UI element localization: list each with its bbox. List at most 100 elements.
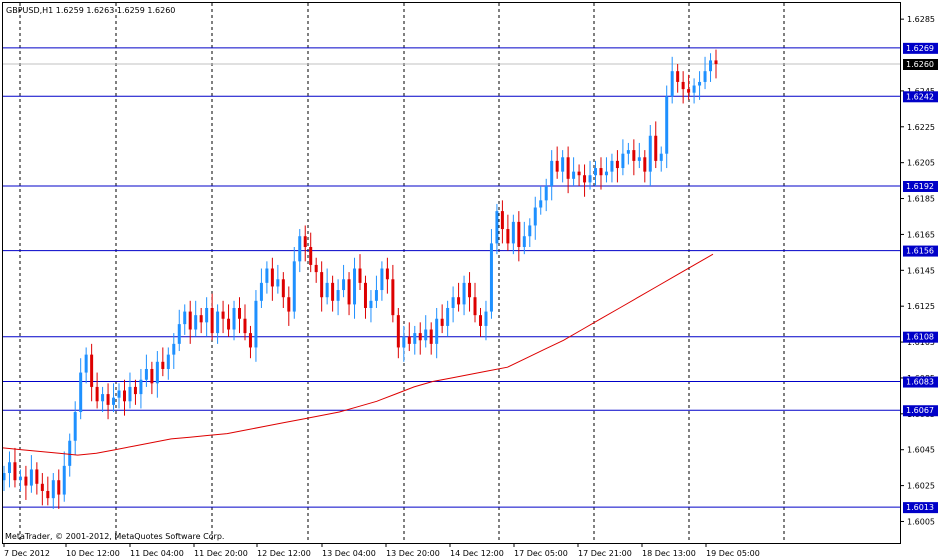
bear-candle	[555, 160, 559, 172]
bear-candle	[95, 386, 99, 402]
bull-candle	[369, 300, 373, 308]
level-label: 1.6269	[906, 44, 934, 53]
bull-candle	[18, 476, 22, 481]
bull-candle	[166, 354, 170, 369]
level-label: 1.6083	[906, 378, 934, 387]
price-tick-label: 1.6285	[907, 15, 935, 24]
bull-candle	[259, 282, 263, 301]
bull-candle	[484, 311, 488, 326]
bear-candle	[473, 297, 477, 316]
bear-candle	[314, 264, 318, 273]
time-tick-label: 7 Dec 2012	[4, 549, 50, 558]
bear-candle	[478, 315, 482, 326]
price-tick-label: 1.6205	[907, 159, 935, 168]
level-label: 1.6242	[906, 92, 934, 101]
bull-candle	[216, 311, 220, 334]
bull-candle	[374, 290, 378, 301]
bull-candle	[29, 469, 33, 486]
price-chart[interactable]: 1.62851.62451.62251.62051.61851.61651.61…	[0, 0, 940, 560]
bear-candle	[221, 311, 225, 319]
bear-candle	[347, 279, 351, 305]
bull-candle	[659, 153, 663, 161]
bull-candle	[462, 282, 466, 305]
bear-candle	[24, 476, 28, 486]
time-tick-label: 11 Dec 20:00	[194, 549, 248, 558]
bull-candle	[610, 160, 614, 172]
time-tick-label: 19 Dec 05:00	[706, 549, 760, 558]
bull-candle	[194, 315, 198, 330]
bull-candle	[539, 200, 543, 208]
bear-candle	[615, 160, 619, 169]
bull-candle	[637, 157, 641, 161]
bull-candle	[522, 236, 526, 247]
level-label: 1.6192	[906, 182, 934, 191]
bull-candle	[424, 329, 428, 341]
bear-candle	[150, 368, 154, 384]
bear-candle	[199, 315, 203, 323]
bull-candle	[648, 135, 652, 172]
bull-candle	[604, 171, 608, 176]
bear-candle	[714, 60, 718, 64]
time-tick-label: 13 Dec 04:00	[322, 549, 376, 558]
bull-candle	[709, 60, 713, 72]
bull-candle	[155, 361, 159, 384]
bear-candle	[227, 318, 231, 330]
bull-candle	[402, 336, 406, 348]
bear-candle	[676, 71, 680, 82]
bull-candle	[101, 394, 105, 402]
bull-candle	[594, 168, 598, 176]
time-tick-label: 13 Dec 20:00	[386, 549, 440, 558]
bear-candle	[396, 315, 400, 348]
bear-candle	[35, 469, 39, 484]
bear-candle	[385, 268, 389, 280]
time-tick-label: 18 Dec 13:00	[642, 549, 696, 558]
bear-candle	[599, 168, 603, 176]
bear-candle	[320, 272, 324, 298]
bull-candle	[298, 236, 302, 262]
copyright-text: MetaTrader, © 2001-2012, MetaQuotes Soft…	[5, 532, 224, 541]
bull-candle	[495, 211, 499, 244]
bull-candle	[62, 465, 66, 495]
bull-candle	[68, 440, 72, 466]
bull-candle	[205, 307, 209, 323]
bull-candle	[670, 71, 674, 97]
bear-candle	[391, 279, 395, 316]
bull-candle	[7, 462, 11, 474]
bear-candle	[468, 282, 472, 298]
bear-candle	[57, 480, 61, 495]
bull-candle	[232, 307, 236, 330]
bull-candle	[84, 354, 88, 373]
bear-candle	[133, 386, 137, 395]
bear-candle	[407, 336, 411, 344]
bear-candle	[161, 361, 165, 369]
bear-candle	[270, 268, 274, 287]
bull-candle	[451, 297, 455, 308]
bear-candle	[643, 157, 647, 172]
bull-candle	[342, 279, 346, 291]
bull-candle	[588, 175, 592, 183]
time-tick-label: 14 Dec 12:00	[450, 549, 504, 558]
bull-candle	[413, 333, 417, 344]
bear-candle	[506, 229, 510, 244]
level-label: 1.6013	[906, 503, 934, 512]
bear-candle	[681, 81, 685, 90]
bear-candle	[188, 311, 192, 330]
bear-candle	[358, 268, 362, 283]
bear-candle	[418, 333, 422, 341]
time-tick-label: 10 Dec 12:00	[66, 549, 120, 558]
time-tick-label: 12 Dec 12:00	[257, 549, 311, 558]
bull-candle	[117, 390, 121, 398]
level-label: 1.6156	[906, 247, 934, 256]
bull-candle	[51, 480, 55, 499]
bull-candle	[73, 412, 77, 441]
bull-candle	[353, 268, 357, 305]
bull-candle	[703, 71, 707, 82]
level-label: 1.6108	[906, 333, 934, 342]
bull-candle	[446, 307, 450, 326]
price-tick-label: 1.6185	[907, 195, 935, 204]
bull-candle	[626, 150, 630, 154]
bull-candle	[665, 96, 669, 154]
bull-candle	[621, 153, 625, 169]
bull-candle	[325, 282, 329, 298]
bear-candle	[40, 483, 44, 491]
